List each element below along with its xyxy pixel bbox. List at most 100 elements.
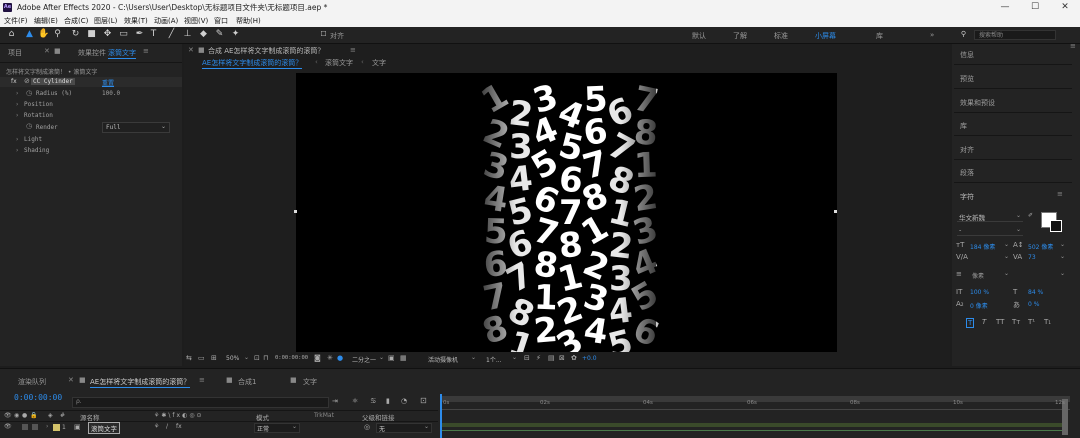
always-preview-icon[interactable]: ⇆ [186,354,192,362]
tab-close-icon[interactable]: ✕ [68,376,74,384]
panel-preview[interactable]: 预览 [960,74,974,84]
tab-comp1[interactable]: 合成1 [238,377,256,387]
fx-icon[interactable]: fx [11,78,17,85]
fx-switch-icon[interactable]: fx [176,423,182,430]
motion-blur-icon[interactable]: ◔ [401,397,407,405]
tab-close-icon[interactable]: ✕ [188,46,194,54]
tab-project[interactable]: 项目 [8,48,22,58]
menu-effect[interactable]: 效果(T) [124,16,148,26]
tab-effects-controls[interactable]: 效果控件 [78,48,106,58]
layer-name[interactable]: 滚筒文字 [88,422,120,434]
draft-3d-icon[interactable]: ⚛ [352,397,358,405]
color-channel-icon[interactable]: ● [337,354,343,362]
menu-composition[interactable]: 合成(C) [64,16,88,26]
chevron-right-icon[interactable]: › [16,112,18,119]
font-style-dropdown[interactable]: - ⌄ [957,226,1023,236]
col-mode[interactable]: 模式 [256,412,269,422]
mask-icon[interactable]: ⊓ [263,354,268,362]
switches-icons[interactable]: ⚘✱\fx◐◎⊙ [154,412,204,419]
lock-toggle[interactable] [32,424,38,430]
subscript-button[interactable]: T₁ [1044,318,1051,326]
panel-menu-icon[interactable]: ≡ [143,47,149,55]
reset-link[interactable]: 重置 [102,78,114,87]
help-search-input[interactable]: 搜索帮助 [974,30,1056,40]
anchor-tool-icon[interactable]: ✥ [102,29,113,40]
panel-character[interactable]: 字符 [960,192,974,202]
chevron-right-icon[interactable]: › [46,423,48,430]
panel-paragraph[interactable]: 段落 [960,168,974,178]
baseline-shift-value[interactable]: 0 像素 [970,301,988,310]
fast-preview-icon[interactable]: ⚡ [536,354,541,362]
transparency-grid-icon[interactable]: ▦ [400,354,407,362]
effect-toggle-icon[interactable]: ⊘ [24,77,30,85]
flowchart-icon[interactable]: ⊠ [559,354,565,362]
layer-duration-bar[interactable] [440,423,1062,427]
col-parent[interactable]: 父级和链接 [362,412,395,422]
timeline-icon[interactable]: ▤ [548,354,555,362]
clone-tool-icon[interactable]: ⊥ [182,29,193,40]
col-trkmat[interactable]: TrkMat [314,412,334,419]
hand-tool-icon[interactable]: ✋ [38,29,49,40]
monitor-icon[interactable]: ▭ [198,354,205,362]
orbit-tool-icon[interactable]: ↻ [70,29,81,40]
visibility-icon[interactable]: 👁 [4,412,12,419]
camera-dropdown[interactable]: 活动摄像机 [428,355,458,364]
menu-view[interactable]: 视图(V) [184,16,208,26]
faux-italic-button[interactable]: T [982,318,986,326]
tab-close-icon[interactable]: ✕ [44,47,50,55]
grid-icon[interactable]: ⊞ [211,354,217,362]
audio-icon[interactable]: ◉ [14,412,19,419]
horizontal-scale-value[interactable]: 84 % [1028,289,1043,296]
comp-path-main[interactable]: AE怎样将文字制成滚筒的滚筒？ [202,58,303,69]
pickwhip-icon[interactable]: ◎ [364,423,370,431]
stroke-width-value[interactable]: 像素 [972,271,984,280]
superscript-button[interactable]: T¹ [1028,318,1035,326]
layer-label-color[interactable] [53,424,60,431]
tab-text[interactable]: 文字 [303,377,317,387]
menu-file[interactable]: 文件(F) [4,16,28,26]
lock-icon[interactable]: ■ [198,46,205,54]
show-snapshot-icon[interactable]: ✳ [327,354,333,362]
frame-blend-icon[interactable]: ▮ [386,397,390,405]
workspace-small-screen[interactable]: 小屏幕 [815,31,836,41]
bbox-handle-right[interactable] [834,210,837,213]
selection-tool-icon[interactable]: ▲ [24,29,35,40]
workspace-library[interactable]: 库 [876,31,883,41]
tab-timeline-main[interactable]: AE怎样将文字制成滚筒的滚筒？ [90,377,191,388]
tsume-value[interactable]: 0 % [1028,301,1039,308]
zoom-tool-icon[interactable]: ⚲ [52,29,63,40]
lock-icon[interactable]: ■ [226,376,233,384]
solo-toggle[interactable] [22,424,28,430]
lock-icon[interactable]: 🔒 [30,412,37,419]
workspace-expand-button[interactable]: » [930,31,934,39]
brush-tool-icon[interactable]: ╱ [166,29,177,40]
font-size-value[interactable]: 184 像素 [970,242,995,251]
region-icon[interactable]: ▣ [388,354,395,362]
camera-tool-icon[interactable]: ■ [86,29,97,40]
exposure-icon[interactable]: ✿ [571,354,577,362]
visibility-icon[interactable]: 👁 [4,423,12,430]
solo-icon[interactable]: ● [22,412,27,419]
eyedropper-icon[interactable]: ✐ [1028,212,1033,219]
puppet-tool-icon[interactable]: ✦ [230,29,241,40]
label-icon[interactable]: ◈ [48,412,53,419]
type-tool-icon[interactable]: T [148,29,159,40]
menu-edit[interactable]: 编辑(E) [34,16,58,26]
panel-library[interactable]: 库 [960,121,967,131]
tab-render-queue[interactable]: 渲染队列 [18,377,46,387]
col-source-name[interactable]: 源名称 [80,412,100,422]
shy-icon[interactable]: ♋ [370,397,376,405]
comp-tab-title[interactable]: 合成 AE怎样将文字制成滚筒的滚筒？ [208,46,324,56]
workspace-default[interactable]: 默认 [692,31,706,41]
eraser-tool-icon[interactable]: ◆ [198,29,209,40]
leading-value[interactable]: 502 像素 [1028,242,1053,251]
exposure-value[interactable]: +0.0 [582,355,597,362]
workspace-learn[interactable]: 了解 [733,31,747,41]
comp-path-roll[interactable]: 滚筒文字 [325,58,353,68]
layer-mode-dropdown[interactable]: 正常 ⌄ [254,423,300,433]
pen-tool-icon[interactable]: ✒ [134,29,145,40]
panel-info[interactable]: 信息 [960,50,974,60]
menu-animation[interactable]: 动画(A) [154,16,178,26]
mask-tool-icon[interactable]: ▭ [118,29,129,40]
maximize-button[interactable]: ☐ [1020,0,1050,15]
